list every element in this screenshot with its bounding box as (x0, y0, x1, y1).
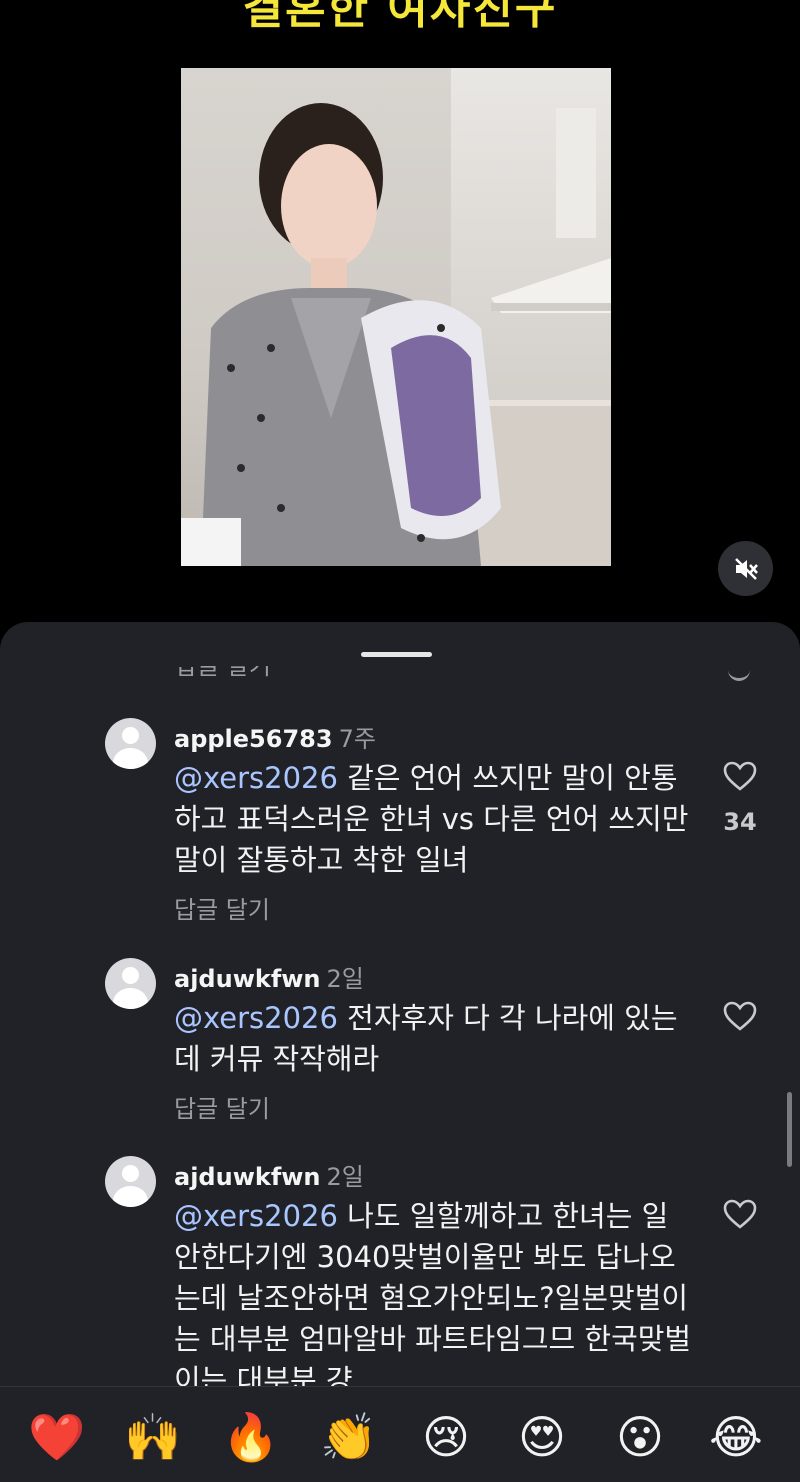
emoji-laugh-button[interactable]: 😂 (708, 1409, 764, 1465)
emoji-cry-button[interactable]: 😢 (418, 1409, 474, 1465)
comment-item: ajduwkfwn 2일 @xers2026 전자후자 다 각 나라에 있는데 커… (0, 956, 800, 1136)
avatar-head-shape (122, 967, 139, 984)
comment-header: ajduwkfwn 2일 (174, 959, 364, 994)
reply-button[interactable]: 답글 달기 (174, 890, 270, 925)
avatar[interactable] (105, 958, 156, 1009)
comment-time: 2일 (326, 965, 364, 993)
like-button[interactable] (720, 760, 760, 796)
truncated-icon (728, 670, 750, 681)
heart-outline-icon (723, 1001, 757, 1031)
mention-link[interactable]: @xers2026 (174, 1001, 338, 1035)
like-button[interactable] (720, 1000, 760, 1036)
speaker-muted-icon (734, 557, 758, 580)
comment-header: apple56783 7주 (174, 719, 376, 754)
avatar-body-shape (113, 1186, 148, 1207)
heart-outline-icon (723, 761, 757, 791)
person-graphic (181, 103, 501, 566)
comment-text: @xers2026 같은 언어 쓰지만 말이 안통하고 표덕스러운 한녀 vs … (174, 758, 694, 881)
like-count: 34 (723, 808, 757, 836)
reply-button[interactable]: 답글 달기 (174, 1089, 270, 1124)
scrollbar[interactable] (787, 1092, 792, 1167)
comment-time: 2일 (326, 1163, 364, 1191)
avatar[interactable] (105, 1156, 156, 1207)
video-player[interactable] (181, 68, 611, 566)
mention-link[interactable]: @xers2026 (174, 761, 338, 795)
emoji-reaction-bar: ❤️ 🙌 🔥 👏 😢 😍 😮 😂 (0, 1386, 800, 1482)
mention-link[interactable]: @xers2026 (174, 1199, 338, 1233)
avatar-body-shape (113, 748, 148, 769)
username-link[interactable]: ajduwkfwn (174, 1163, 321, 1191)
comments-sheet[interactable]: 답글 달기 apple56783 7주 @xers2026 같은 언어 쓰지만 말… (0, 622, 800, 1481)
video-title: 결혼한 여자친구 (242, 0, 558, 34)
mute-button[interactable] (718, 541, 773, 596)
avatar[interactable] (105, 718, 156, 769)
comment-item: apple56783 7주 @xers2026 같은 언어 쓰지만 말이 안통하고… (0, 716, 800, 936)
comment-text: @xers2026 전자후자 다 각 나라에 있는데 커뮤 작작해라 (174, 998, 694, 1080)
comment-header: ajduwkfwn 2일 (174, 1157, 364, 1192)
username-link[interactable]: ajduwkfwn (174, 965, 321, 993)
avatar-head-shape (122, 727, 139, 744)
emoji-heart-eyes-button[interactable]: 😍 (514, 1409, 570, 1465)
emoji-fire-button[interactable]: 🔥 (222, 1409, 279, 1465)
comment-item: ajduwkfwn 2일 @xers2026 나도 일할께하고 한녀는 일 안한다… (0, 1154, 800, 1397)
comment-time: 7주 (338, 725, 376, 753)
avatar-body-shape (113, 988, 148, 1009)
emoji-raised-hands-button[interactable]: 🙌 (124, 1409, 181, 1465)
heart-outline-icon (723, 1199, 757, 1229)
comment-text: @xers2026 나도 일할께하고 한녀는 일 안한다기엔 3040맞벌이율만… (174, 1196, 694, 1401)
avatar-head-shape (122, 1165, 139, 1182)
emoji-heart-button[interactable]: ❤️ (28, 1409, 85, 1465)
username-link[interactable]: apple56783 (174, 725, 333, 753)
emoji-surprised-button[interactable]: 😮 (612, 1409, 668, 1465)
like-button[interactable] (720, 1198, 760, 1234)
emoji-clap-button[interactable]: 👏 (320, 1409, 377, 1465)
truncated-reply-link: 답글 달기 (175, 666, 271, 680)
sheet-drag-handle[interactable] (361, 652, 432, 657)
